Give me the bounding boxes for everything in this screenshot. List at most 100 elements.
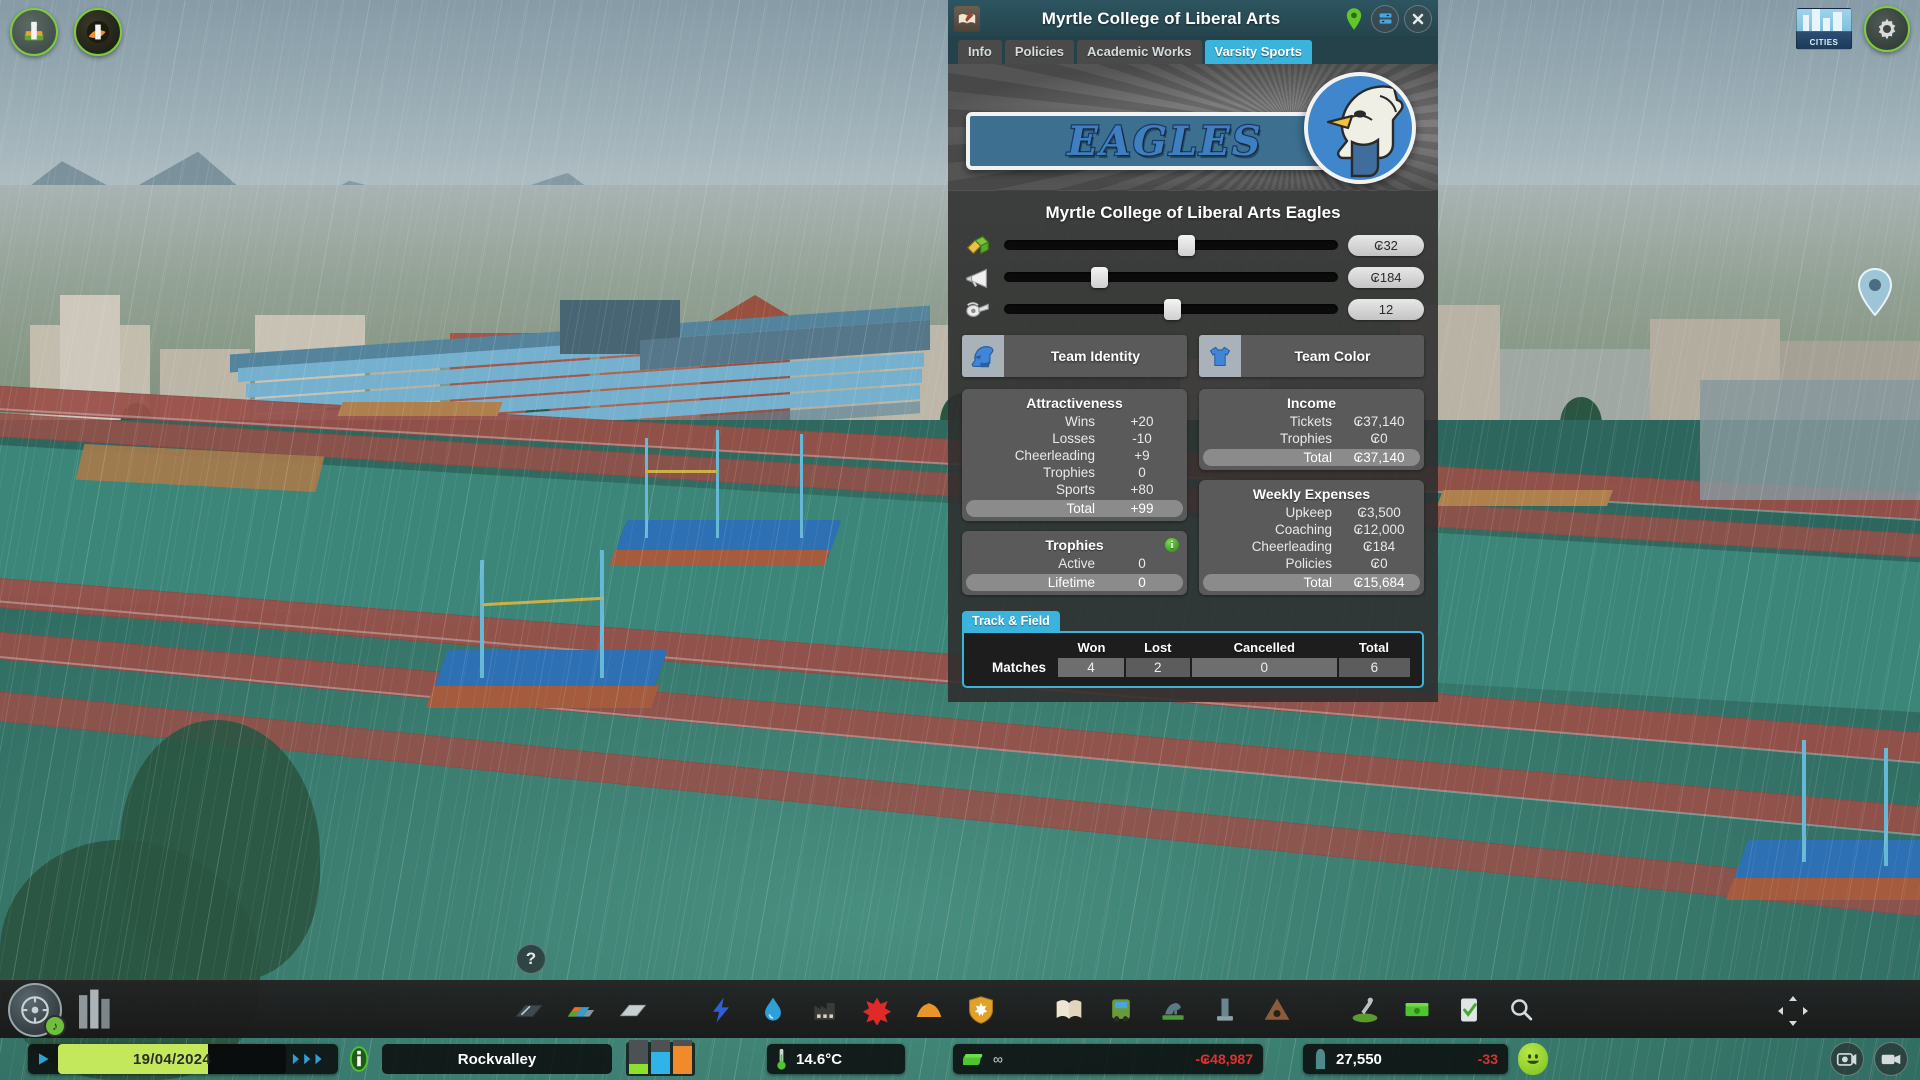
- notification-green-icon[interactable]: [10, 8, 58, 56]
- happy-face-icon[interactable]: [1518, 1043, 1548, 1075]
- bottom-ui[interactable]: ♪ 19/04/2024 Rockvalley 14.6°C ∞ -₢48,98…: [0, 980, 1920, 1080]
- info-icon[interactable]: i: [1165, 538, 1179, 552]
- table-row: Upkeep ₢3,500: [1199, 504, 1424, 521]
- time-controls[interactable]: 19/04/2024: [28, 1044, 338, 1074]
- weather-group[interactable]: 14.6°C: [767, 1044, 905, 1074]
- map-pin-icon[interactable]: [1856, 267, 1894, 317]
- top-right-cluster[interactable]: CITIES: [1796, 6, 1910, 52]
- parks-tool[interactable]: [1206, 991, 1244, 1029]
- electricity-tool[interactable]: [702, 991, 740, 1029]
- police-tool[interactable]: [962, 991, 1000, 1029]
- tab-varsity-sports[interactable]: Varsity Sports: [1204, 40, 1312, 64]
- tab-policies[interactable]: Policies: [1004, 40, 1074, 64]
- garbage-tool[interactable]: [806, 991, 844, 1029]
- team-identity-button[interactable]: Team Identity: [962, 335, 1187, 377]
- population-display[interactable]: 27,550 -33: [1303, 1044, 1508, 1074]
- matches-total: 6: [1337, 658, 1410, 677]
- date-display[interactable]: 19/04/2024: [58, 1044, 286, 1074]
- healthcare-tool[interactable]: [858, 991, 896, 1029]
- tab-academic-works[interactable]: Academic Works: [1076, 40, 1202, 64]
- help-button[interactable]: ?: [516, 944, 546, 974]
- search-tool[interactable]: [1502, 991, 1540, 1029]
- coaching-slider[interactable]: [1004, 299, 1338, 320]
- close-icon[interactable]: [1404, 4, 1432, 33]
- money-limit: ∞: [993, 1051, 1003, 1067]
- collapse-panel-icon[interactable]: [1371, 4, 1399, 33]
- cheerleading-row[interactable]: ₢184: [948, 265, 1438, 297]
- move-camera-icon[interactable]: [1776, 994, 1810, 1028]
- attractiveness-total-row: Total +99: [966, 500, 1183, 517]
- radio-dial-icon[interactable]: ♪: [8, 983, 66, 1037]
- weekly-expenses-card: Weekly Expenses Upkeep ₢3,500 Coaching ₢…: [1199, 480, 1424, 595]
- photo-mode-icon[interactable]: [1830, 1042, 1864, 1076]
- demand-bars[interactable]: [626, 1040, 695, 1076]
- location-pin-icon[interactable]: [1342, 4, 1366, 34]
- gear-icon[interactable]: [1864, 6, 1910, 52]
- fire-tool[interactable]: [910, 991, 948, 1029]
- table-row: Tickets ₢37,140: [1199, 413, 1424, 430]
- date-text: 19/04/2024: [132, 1050, 212, 1068]
- row-value: +80: [1130, 482, 1154, 497]
- residential-demand-bar: [629, 1040, 648, 1074]
- varsity-sports-panel[interactable]: Myrtle College of Liberal Arts Info Poli…: [948, 0, 1438, 702]
- unique-buildings-tool[interactable]: [1258, 991, 1296, 1029]
- city-name[interactable]: Rockvalley: [382, 1044, 612, 1074]
- toolbar-items[interactable]: [510, 981, 1540, 1039]
- row-label: Tickets: [1289, 414, 1332, 429]
- row-value: ₢184: [1362, 539, 1396, 554]
- zoning-tool[interactable]: [562, 991, 600, 1029]
- row-value: ₢12,000: [1353, 522, 1405, 537]
- ticket-price-slider[interactable]: [1004, 235, 1338, 256]
- team-customization-buttons[interactable]: Team Identity Team Color: [948, 329, 1438, 389]
- fast-forward-icon[interactable]: [286, 1051, 338, 1067]
- panel-header-buttons[interactable]: [1342, 4, 1432, 34]
- cheerleading-slider[interactable]: [1004, 267, 1338, 288]
- status-bar[interactable]: 19/04/2024 Rockvalley 14.6°C ∞ -₢48,987 …: [0, 1038, 1920, 1080]
- video-mode-icon[interactable]: [1874, 1042, 1908, 1076]
- row-label: Wins: [1065, 414, 1095, 429]
- money-display[interactable]: ∞ -₢48,987: [953, 1044, 1263, 1074]
- table-row: Active 0: [962, 555, 1187, 572]
- tab-info[interactable]: Info: [958, 40, 1002, 64]
- row-label: Cheerleading: [1014, 448, 1095, 463]
- transport-tool[interactable]: [1102, 991, 1140, 1029]
- policies-tool[interactable]: [1450, 991, 1488, 1029]
- matches-cancelled: 0: [1190, 658, 1339, 677]
- ticket-price-row[interactable]: ₢32: [948, 233, 1438, 265]
- coaching-row[interactable]: 12: [948, 297, 1438, 329]
- districts-tool[interactable]: [614, 991, 652, 1029]
- radio-cluster[interactable]: ♪: [8, 983, 118, 1037]
- economy-tool[interactable]: [1398, 991, 1436, 1029]
- temperature-display[interactable]: 14.6°C: [767, 1044, 905, 1074]
- water-tool[interactable]: [754, 991, 792, 1029]
- row-value: ₢15,684: [1353, 575, 1405, 590]
- team-color-button[interactable]: Team Color: [1199, 335, 1424, 377]
- team-banner-word: EAGLES: [1066, 116, 1263, 166]
- roads-tool[interactable]: [510, 991, 548, 1029]
- thermometer-icon: [777, 1048, 786, 1070]
- expenses-total-row: Total ₢15,684: [1203, 574, 1420, 591]
- col-header-lost: Lost: [1144, 640, 1172, 655]
- landscaping-tool[interactable]: [1346, 991, 1384, 1029]
- education-tool[interactable]: [1050, 991, 1088, 1029]
- table-row: Coaching ₢12,000: [1199, 521, 1424, 538]
- trophies-title: Trophies i: [962, 534, 1187, 555]
- play-icon[interactable]: [28, 1044, 58, 1074]
- population-group[interactable]: 27,550 -33: [1303, 1043, 1548, 1075]
- city-info[interactable]: Rockvalley: [346, 1044, 612, 1074]
- game-logo: CITIES: [1796, 8, 1852, 50]
- city-info-icon[interactable]: [346, 1044, 372, 1074]
- radio-play-badge[interactable]: ♪: [44, 1015, 66, 1037]
- notification-orange-icon[interactable]: [74, 8, 122, 56]
- panel-tabs[interactable]: Info Policies Academic Works Varsity Spo…: [948, 38, 1438, 64]
- table-row: Losses -10: [962, 430, 1187, 447]
- row-label-matches: Matches: [991, 660, 1046, 675]
- money-group[interactable]: ∞ -₢48,987: [953, 1044, 1263, 1074]
- monuments-tool[interactable]: [1154, 991, 1192, 1029]
- main-toolbar[interactable]: ♪: [0, 980, 1920, 1038]
- camera-buttons[interactable]: [1830, 1042, 1908, 1076]
- row-label: Active: [1058, 556, 1095, 571]
- notification-cluster[interactable]: [10, 8, 122, 56]
- track-field-tab[interactable]: Track & Field: [962, 611, 1060, 631]
- income-title: Income: [1286, 395, 1336, 411]
